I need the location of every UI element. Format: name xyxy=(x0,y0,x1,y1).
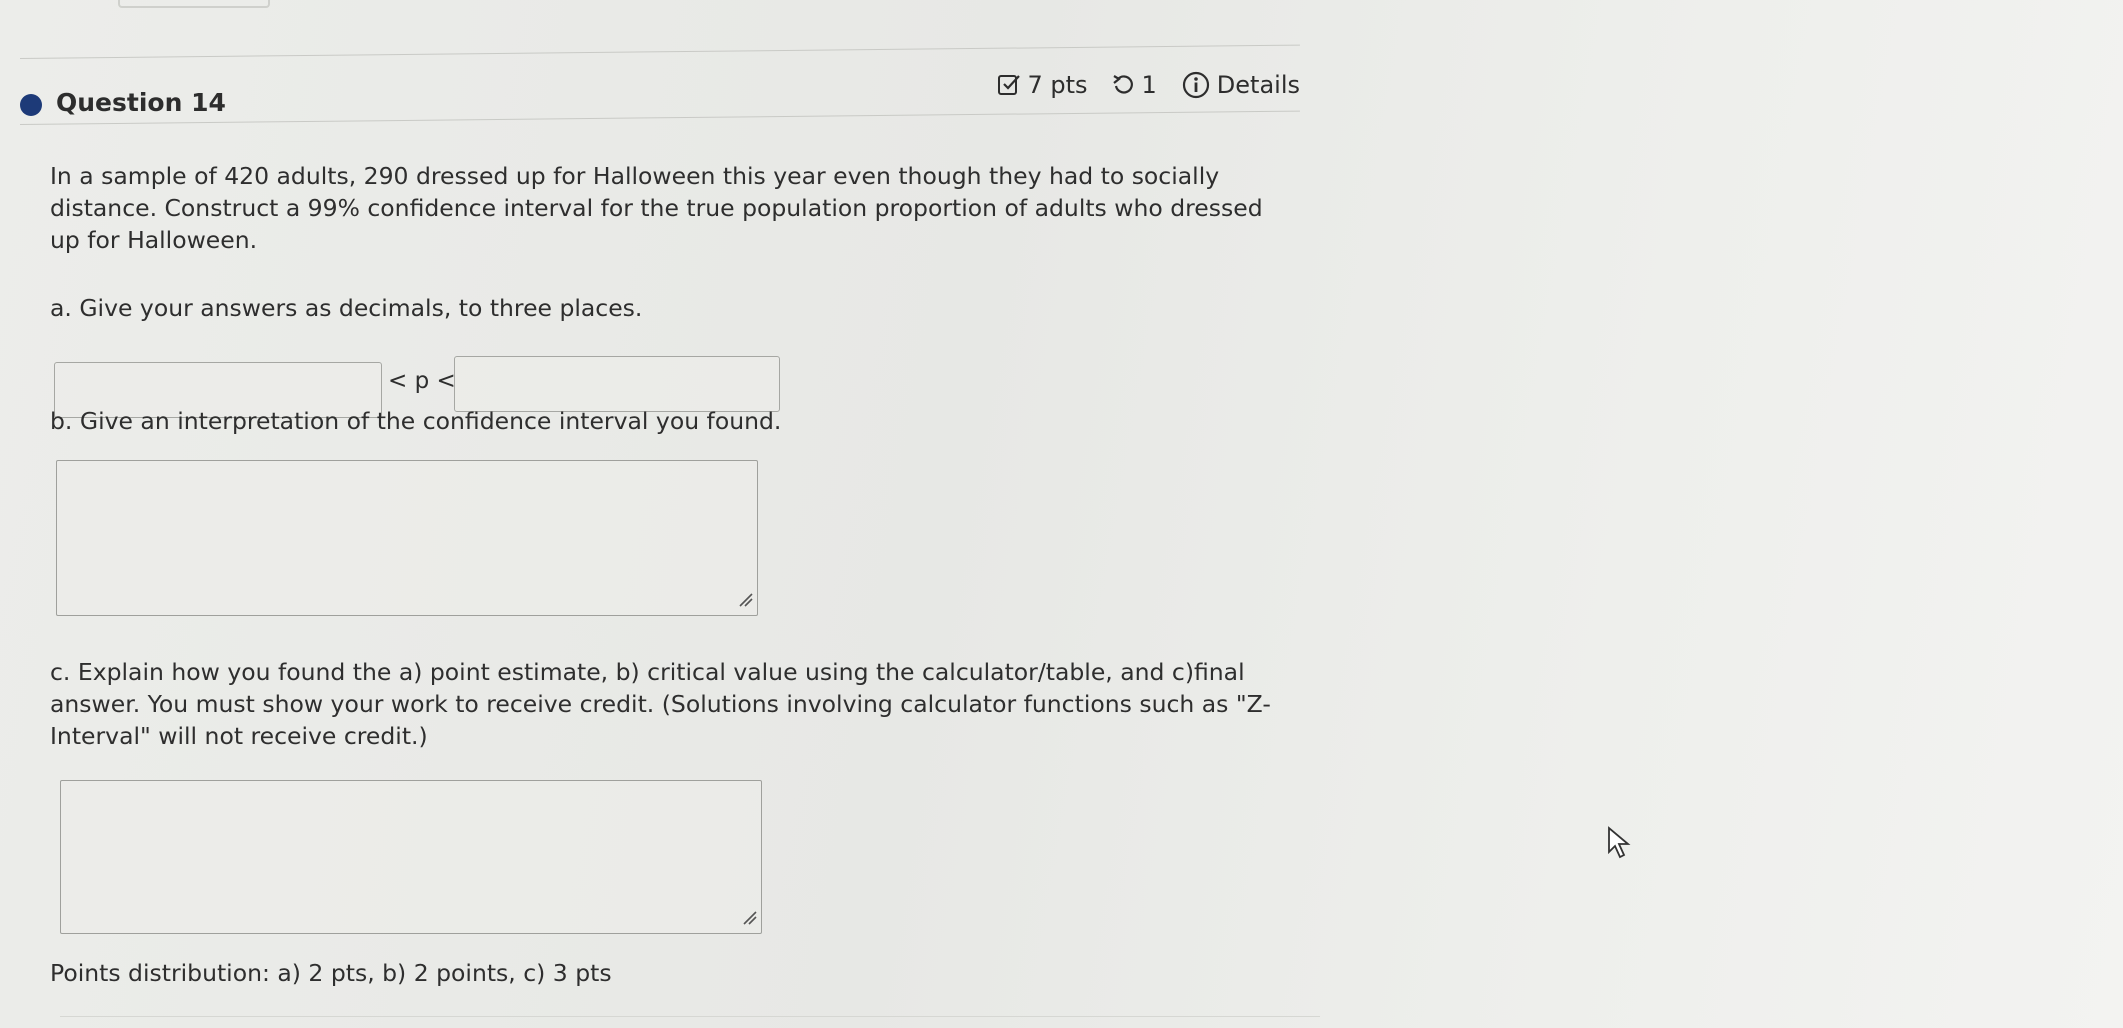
details-label: Details xyxy=(1216,71,1300,99)
part-a-instructions: a. Give your answers as decimals, to thr… xyxy=(50,294,643,322)
retry-icon xyxy=(1112,73,1136,97)
interpretation-textarea[interactable] xyxy=(56,460,758,616)
mouse-cursor-icon xyxy=(1606,826,1634,864)
resize-grip-icon[interactable] xyxy=(737,591,753,611)
question-title: Question 14 xyxy=(56,88,226,117)
resize-grip-icon[interactable] xyxy=(741,909,757,929)
info-icon xyxy=(1181,70,1211,100)
quiz-page: Question 14 7 pts 1 Details In a sample … xyxy=(0,0,2123,1028)
details-button[interactable]: Details xyxy=(1181,70,1300,100)
checkbox-edit-icon xyxy=(997,73,1021,97)
confidence-interval-row: < p < xyxy=(50,350,780,418)
interval-inequality: < p < xyxy=(388,368,456,394)
question-prompt: In a sample of 420 adults, 290 dressed u… xyxy=(50,162,1263,254)
upper-bound-input[interactable] xyxy=(454,356,780,412)
part-b-instructions: b. Give an interpretation of the confide… xyxy=(50,407,782,435)
explanation-textarea[interactable] xyxy=(60,780,762,934)
points-label: 7 pts xyxy=(1027,71,1088,99)
previous-element-stub xyxy=(118,0,270,8)
points-group: 7 pts xyxy=(997,71,1088,99)
attempts-count: 1 xyxy=(1141,71,1157,99)
header-top-divider xyxy=(19,44,1300,59)
attempts-group: 1 xyxy=(1112,71,1157,99)
footer-divider xyxy=(60,1016,1320,1017)
question-meta: 7 pts 1 Details xyxy=(983,70,1300,100)
points-distribution: Points distribution: a) 2 pts, b) 2 poin… xyxy=(50,959,612,987)
part-c-instructions: c. Explain how you found the a) point es… xyxy=(50,658,1271,750)
question-status-dot-icon xyxy=(20,94,42,116)
